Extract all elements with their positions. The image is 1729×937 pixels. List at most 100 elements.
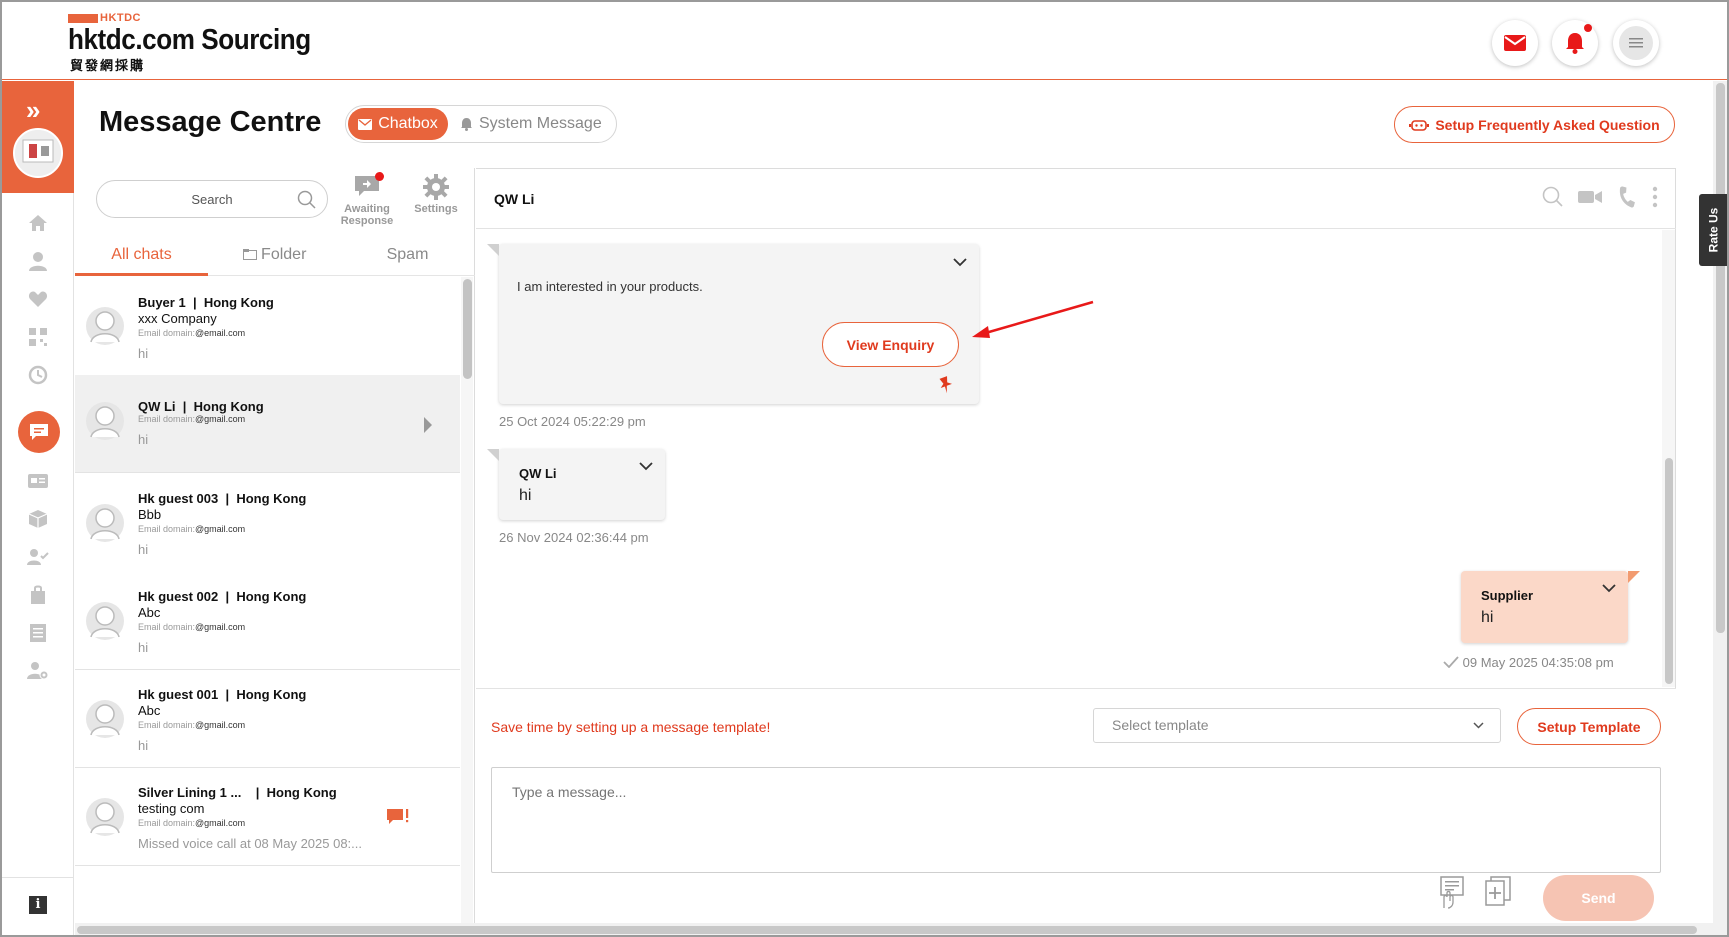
- search-icon[interactable]: [297, 190, 317, 210]
- expand-chevron-icon[interactable]: »: [26, 95, 40, 126]
- incoming-message-bubble: QW Li hi: [487, 449, 665, 520]
- history-icon[interactable]: [26, 363, 50, 387]
- chat-last-message: hi: [138, 738, 149, 753]
- setup-template-button[interactable]: Setup Template: [1517, 708, 1661, 745]
- chat-last-message: hi: [138, 346, 149, 361]
- chat-contact-name: Silver Lining 1 ... | Hong Kong: [138, 785, 337, 800]
- chat-list-item-selected[interactable]: QW Li | Hong Kong Email domain:@gmail.co…: [75, 375, 460, 473]
- chat-last-message: hi: [138, 432, 149, 447]
- settings-button[interactable]: Settings: [411, 174, 461, 215]
- mail-icon: [358, 118, 373, 130]
- tab-chatbox[interactable]: Chatbox: [348, 108, 448, 140]
- response-label: Response: [340, 215, 394, 227]
- more-options-icon[interactable]: [1652, 186, 1658, 208]
- chat-list-panel: Search Awaiting Response Settings All ch…: [75, 168, 475, 935]
- search-input[interactable]: Search: [96, 180, 328, 218]
- avatar: [86, 402, 124, 440]
- awaiting-response-button[interactable]: Awaiting Response: [338, 172, 396, 227]
- awaiting-label: Awaiting: [344, 203, 390, 215]
- chevron-down-icon[interactable]: [953, 258, 967, 267]
- user-icon[interactable]: [26, 249, 50, 273]
- chat-email: Email domain:@gmail.com: [138, 414, 246, 424]
- tab-system-message[interactable]: System Message: [460, 108, 602, 140]
- missed-call-alert-icon: [387, 809, 409, 824]
- users-gear-icon[interactable]: [26, 659, 50, 683]
- chat-list-item[interactable]: Hk guest 001 | Hong Kong Abc Email domai…: [75, 670, 460, 768]
- user-check-icon[interactable]: [26, 545, 50, 569]
- chevron-down-icon[interactable]: [639, 462, 653, 471]
- chat-list-item[interactable]: Silver Lining 1 ... | Hong Kong testing …: [75, 768, 460, 866]
- avatar: [86, 504, 124, 542]
- view-enquiry-button[interactable]: View Enquiry: [822, 322, 959, 367]
- phone-icon[interactable]: [1616, 186, 1638, 208]
- conversation-actions: [1542, 186, 1658, 208]
- avatar: [86, 307, 124, 345]
- message-input[interactable]: [491, 767, 1661, 873]
- info-button[interactable]: i: [2, 877, 74, 935]
- chat-company: xxx Company: [138, 311, 217, 326]
- tab-folder[interactable]: Folder: [208, 234, 341, 276]
- quick-reply-icon[interactable]: [1438, 875, 1466, 909]
- notification-button[interactable]: [1552, 20, 1598, 66]
- chat-icon[interactable]: [18, 411, 60, 453]
- template-select[interactable]: Select template: [1093, 708, 1501, 743]
- qr-icon[interactable]: [26, 325, 50, 349]
- sender-name: Supplier: [1481, 588, 1534, 603]
- template-hint: Save time by setting up a message templa…: [491, 719, 771, 735]
- chat-email: Email domain:@gmail.com: [138, 622, 246, 632]
- bag-icon[interactable]: [26, 583, 50, 607]
- chevron-down-icon: [1473, 722, 1484, 729]
- company-avatar[interactable]: [13, 128, 63, 178]
- sender-name: QW Li: [519, 466, 557, 481]
- outgoing-message-bubble: Supplier hi: [1461, 571, 1640, 643]
- chevron-down-icon[interactable]: [1602, 584, 1616, 593]
- bell-icon: [1566, 33, 1584, 54]
- tab-spam[interactable]: Spam: [341, 234, 474, 276]
- top-header: HKTDC hktdc.com Sourcing 貿發網採購: [2, 2, 1727, 80]
- conversation-header: QW Li: [476, 169, 1676, 229]
- message-text: hi: [1481, 609, 1494, 626]
- heart-icon[interactable]: [26, 287, 50, 311]
- chat-contact-name: Hk guest 001 | Hong Kong: [138, 687, 307, 702]
- page-title: Message Centre: [99, 106, 322, 138]
- chat-company: Bbb: [138, 507, 162, 522]
- site-logo[interactable]: hktdc.com Sourcing: [68, 24, 311, 57]
- compose-area: Save time by setting up a message templa…: [476, 688, 1676, 935]
- home-icon[interactable]: [26, 211, 50, 235]
- chat-email: Email domain:@gmail.com: [138, 720, 246, 730]
- message-scrollbar[interactable]: [1662, 230, 1675, 687]
- avatar: [86, 700, 124, 738]
- message-timestamp: 25 Oct 2024 05:22:29 pm: [499, 414, 646, 429]
- setup-faq-button[interactable]: Setup Frequently Asked Question: [1394, 106, 1675, 143]
- tab-folder-label: Folder: [261, 246, 307, 263]
- menu-button[interactable]: [1613, 20, 1659, 66]
- chat-list-item[interactable]: Hk guest 003 | Hong Kong Bbb Email domai…: [75, 474, 460, 581]
- conversation-title: QW Li: [494, 191, 535, 207]
- notification-dot: [1584, 24, 1592, 32]
- folder-icon: [242, 249, 257, 260]
- rate-us-tab[interactable]: Rate Us: [1699, 194, 1727, 266]
- chat-contact-name: Hk guest 003 | Hong Kong: [138, 491, 307, 506]
- search-icon[interactable]: [1542, 186, 1564, 208]
- app-window: HKTDC hktdc.com Sourcing 貿發網採購 » i Messa…: [0, 0, 1729, 937]
- mail-button[interactable]: [1492, 20, 1538, 66]
- enquiry-message-bubble: I am interested in your products. View E…: [487, 244, 979, 404]
- chat-list-scrollbar[interactable]: [461, 277, 473, 935]
- tab-system-label: System Message: [479, 115, 602, 132]
- send-button[interactable]: Send: [1543, 875, 1654, 921]
- card-icon[interactable]: [26, 469, 50, 493]
- list-icon[interactable]: [26, 621, 50, 645]
- chat-list-item[interactable]: Buyer 1 | Hong Kong xxx Company Email do…: [75, 277, 460, 384]
- pin-icon[interactable]: [939, 376, 953, 394]
- template-select-value: Select template: [1112, 717, 1209, 733]
- enquiry-text: I am interested in your products.: [517, 279, 703, 294]
- video-call-icon[interactable]: [1578, 189, 1602, 205]
- message-type-toggle: Chatbox System Message: [345, 105, 617, 143]
- chat-list-item[interactable]: Hk guest 002 | Hong Kong Abc Email domai…: [75, 572, 460, 670]
- tab-all-chats[interactable]: All chats: [75, 234, 208, 276]
- add-document-icon[interactable]: [1484, 875, 1512, 907]
- box-icon[interactable]: [26, 507, 50, 531]
- chatbot-icon: [1409, 119, 1430, 131]
- avatar: [86, 602, 124, 640]
- horizontal-scrollbar[interactable]: [75, 923, 1715, 935]
